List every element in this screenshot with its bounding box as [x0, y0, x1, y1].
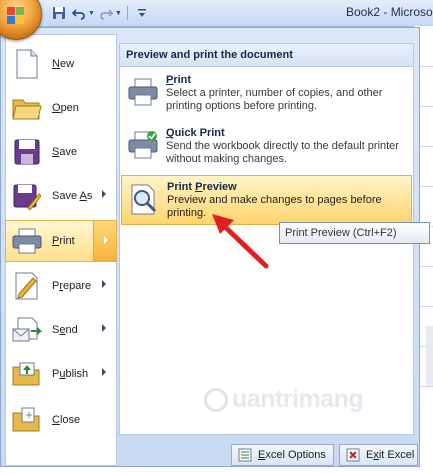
access-key: O	[52, 102, 61, 114]
redo-dropdown-icon[interactable]: ▼	[115, 10, 122, 17]
menu-item-label: Save	[52, 146, 78, 158]
button-label: Excel Options	[258, 449, 326, 461]
menu-item-open[interactable]: Open	[6, 87, 116, 129]
menu-item-save[interactable]: Save	[6, 131, 116, 173]
submenu-arrow-icon	[102, 280, 106, 288]
open-folder-icon	[11, 92, 43, 124]
undo-icon[interactable]	[70, 4, 88, 22]
save-as-icon	[11, 180, 43, 212]
submenu-item-title: Quick Print	[166, 127, 225, 139]
access-key: N	[52, 58, 60, 70]
menu-item-print[interactable]: Print	[5, 220, 117, 262]
submenu-item-title: Print	[166, 74, 192, 86]
scrollbar[interactable]	[426, 326, 433, 386]
save-icon[interactable]	[50, 4, 68, 22]
access-key: S	[52, 146, 60, 158]
print-preview-icon	[128, 184, 160, 216]
access-key: C	[52, 414, 60, 426]
button-label: Exit Excel	[366, 449, 415, 461]
exit-excel-button[interactable]: Exit Excel	[339, 444, 418, 466]
access-key: x	[373, 449, 379, 461]
submenu-arrow-icon	[102, 324, 106, 332]
menu-item-label: Publish	[52, 368, 89, 380]
submenu-item-description: Select a printer, number of copies, and …	[166, 87, 383, 112]
submenu-item-description: Send the workbook directly to the defaul…	[166, 140, 399, 165]
customize-icon[interactable]	[133, 4, 151, 22]
access-key: P	[166, 74, 174, 86]
menu-item-save-as[interactable]: Save As	[6, 175, 116, 217]
undo-dropdown-icon[interactable]: ▼	[88, 10, 95, 17]
publish-icon	[11, 358, 43, 390]
printer-icon	[127, 77, 159, 109]
quick-access-toolbar: ▼ ▼	[50, 4, 151, 22]
new-document-icon	[11, 48, 43, 80]
title-bar: ▼ ▼ Book2 - Microso	[0, 0, 433, 40]
watermark-logo-icon	[204, 387, 228, 412]
print-preview-tooltip: Print Preview (Ctrl+F2)	[279, 222, 430, 244]
menu-item-publish[interactable]: Publish	[6, 353, 116, 395]
watermark-text: uantrimang	[232, 385, 364, 413]
office-menu-commands: New Open Save Save As Print Prepare Send…	[5, 34, 117, 466]
annotation-arrow-icon	[212, 214, 269, 269]
menu-item-label: Send	[52, 324, 78, 336]
access-key: P	[195, 181, 203, 193]
send-icon	[11, 314, 43, 346]
access-key: Q	[166, 127, 175, 139]
submenu-arrow-icon	[102, 368, 106, 376]
menu-item-new[interactable]: New	[6, 43, 116, 85]
submenu-header: Preview and print the document	[120, 44, 413, 67]
quick-print-icon	[127, 130, 159, 162]
submenu-arrow-icon	[104, 236, 108, 244]
save-disk-icon	[11, 136, 43, 168]
watermark: uantrimang	[204, 385, 364, 414]
menu-item-label: Print	[52, 235, 75, 247]
office-logo-icon	[7, 7, 25, 25]
menu-item-label: Open	[52, 102, 79, 114]
access-key: A	[79, 190, 87, 202]
access-key: r	[59, 280, 64, 292]
access-key: e	[59, 324, 66, 336]
menu-item-label: Close	[52, 414, 81, 426]
menu-item-label: Save As	[52, 190, 93, 202]
access-key: P	[52, 235, 60, 247]
submenu-arrow-icon	[102, 190, 106, 198]
menu-item-label: Prepare	[52, 280, 92, 292]
excel-options-button[interactable]: Excel Options	[231, 444, 334, 466]
access-key: u	[59, 368, 66, 380]
menu-item-send[interactable]: Send	[6, 309, 116, 351]
redo-icon[interactable]	[97, 4, 115, 22]
printer-icon	[11, 225, 43, 257]
window-title: Book2 - Microso	[346, 5, 433, 19]
close-document-icon	[11, 404, 43, 436]
menu-item-label: New	[52, 58, 75, 70]
submenu-item-quick-print[interactable]: Quick Print Send the workbook directly t…	[121, 122, 412, 172]
menu-item-close[interactable]: Close	[6, 399, 116, 441]
submenu-item-title: Print Preview	[167, 181, 237, 193]
toolbar-separator	[126, 6, 128, 20]
submenu-item-print[interactable]: Print Select a printer, number of copies…	[121, 69, 412, 119]
options-icon	[238, 448, 252, 462]
access-key: E	[258, 449, 266, 461]
exit-icon	[346, 448, 360, 462]
prepare-icon	[11, 270, 43, 302]
menu-item-prepare[interactable]: Prepare	[6, 265, 116, 307]
